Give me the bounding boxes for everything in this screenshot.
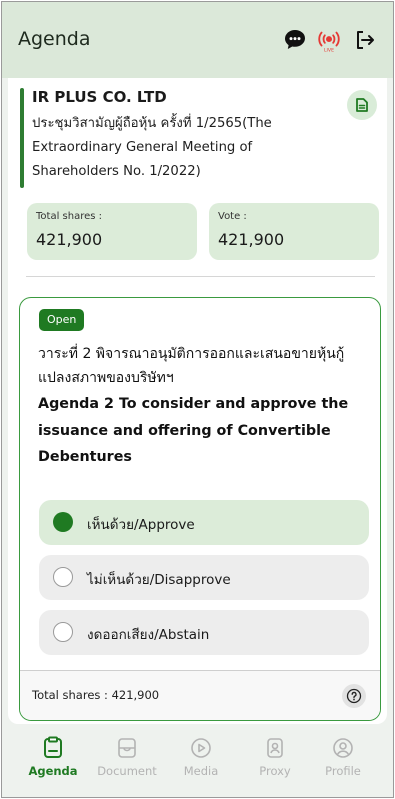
- total-shares-label: Total shares :: [36, 211, 103, 222]
- meeting-document-button[interactable]: [347, 90, 377, 120]
- help-button[interactable]: [342, 684, 366, 708]
- agenda-card: Open วาระที่ 2 พิจารณาอนุมัติการออกและเส…: [19, 297, 381, 721]
- meeting-title: ประชุมวิสามัญผู้ถือหุ้น ครั้งที่ 1/2565(…: [32, 116, 272, 179]
- nav-label: Agenda: [28, 764, 78, 778]
- agenda-title-english: Agenda 2 To consider and approve the iss…: [38, 396, 349, 465]
- total-shares-box: Total shares : 421,900: [27, 203, 197, 260]
- chat-icon[interactable]: [282, 27, 308, 53]
- page-title: Agenda: [18, 28, 91, 50]
- question-icon: [346, 688, 362, 704]
- nav-proxy[interactable]: Proxy: [240, 736, 310, 778]
- agenda-footer: Total shares : 421,900: [20, 670, 380, 720]
- nav-label: Proxy: [259, 764, 291, 778]
- vote-option-approve[interactable]: เห็นด้วย/Approve: [39, 500, 369, 545]
- document-icon: [118, 738, 136, 758]
- divider: [26, 276, 375, 277]
- nav-document[interactable]: Document: [92, 736, 162, 778]
- vote-option-abstain[interactable]: งดออกเสียง/Abstain: [39, 610, 369, 655]
- radio-unselected-icon[interactable]: [53, 622, 73, 642]
- vote-option-disapprove[interactable]: ไม่เห็นด้วย/Disapprove: [39, 555, 369, 600]
- vote-option-label: เห็นด้วย/Approve: [87, 517, 195, 533]
- media-icon: [191, 738, 211, 758]
- vote-option-label: งดออกเสียง/Abstain: [87, 627, 210, 643]
- agenda-icon: [44, 736, 62, 758]
- proxy-icon: [267, 738, 283, 758]
- radio-selected-icon[interactable]: [53, 512, 73, 532]
- nav-label: Media: [183, 764, 219, 778]
- app-header: Agenda LIVE: [2, 2, 393, 78]
- nav-label: Profile: [325, 764, 361, 778]
- footer-total-shares: Total shares : 421,900: [32, 688, 160, 702]
- company-name: IR PLUS CO. LTD: [32, 88, 167, 106]
- document-icon: [356, 98, 368, 112]
- total-shares-value: 421,900: [36, 230, 103, 249]
- vote-value: 421,900: [218, 230, 285, 249]
- nav-profile[interactable]: Profile: [308, 736, 378, 778]
- logout-icon[interactable]: [352, 27, 378, 53]
- vote-label: Vote :: [218, 211, 247, 222]
- meeting-card: IR PLUS CO. LTD ประชุมวิสามัญผู้ถือหุ้น …: [8, 78, 387, 724]
- status-badge: Open: [39, 309, 85, 331]
- vote-option-label: ไม่เห็นด้วย/Disapprove: [87, 572, 231, 588]
- live-icon[interactable]: LIVE: [316, 27, 342, 54]
- vote-box: Vote : 421,900: [209, 203, 379, 260]
- live-text: LIVE: [324, 48, 334, 54]
- company-accent-bar: [20, 88, 24, 188]
- nav-label: Document: [97, 764, 157, 778]
- nav-agenda[interactable]: Agenda: [18, 736, 88, 778]
- bottom-nav: Agenda Document Media Proxy Profile: [2, 730, 393, 797]
- nav-media[interactable]: Media: [166, 736, 236, 778]
- radio-unselected-icon[interactable]: [53, 567, 73, 587]
- profile-icon: [333, 738, 353, 758]
- agenda-title-thai: วาระที่ 2 พิจารณาอนุมัติการออกและเสนอขาย…: [38, 346, 345, 386]
- app-frame: Agenda LIVE IR PLUS CO. LTD ประชุมวิสามั…: [1, 1, 394, 798]
